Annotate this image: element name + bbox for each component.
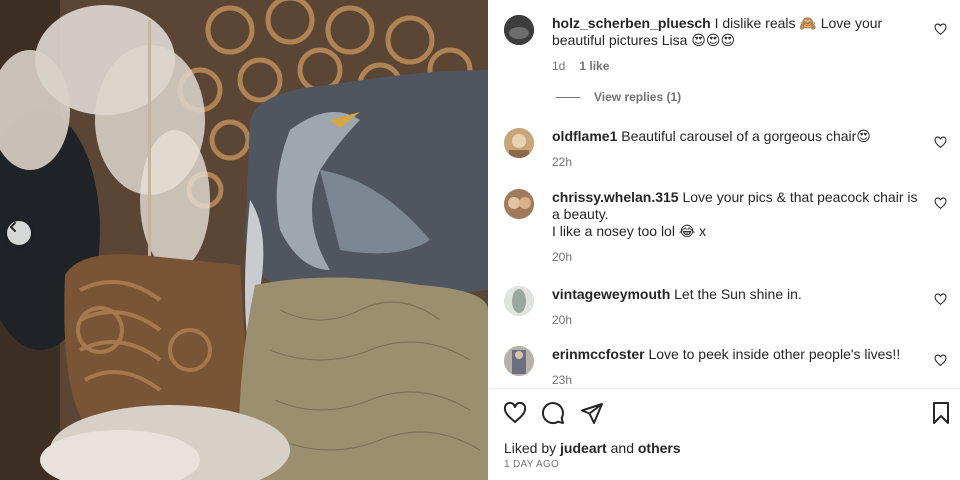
comment-heart-icon[interactable] [934, 23, 947, 36]
comment-username[interactable]: vintageweymouth [552, 286, 670, 302]
comment-likes[interactable]: 1 like [579, 58, 609, 75]
comment-icon[interactable] [541, 401, 565, 425]
comment-text: Let the Sun shine in. [674, 286, 802, 302]
comment-heart-icon[interactable] [934, 197, 947, 210]
previous-photo-button[interactable] [7, 221, 31, 245]
comments-list[interactable]: holz_scherben_pluesch I dislike reals 🙈 … [488, 0, 960, 388]
liked-by-others[interactable]: others [638, 440, 681, 456]
liked-by: Liked by judeart and others [504, 440, 681, 456]
comment-time[interactable]: 20h [552, 312, 572, 329]
avatar[interactable] [504, 189, 534, 219]
liked-by-connector: and [610, 440, 634, 456]
comment-username[interactable]: holz_scherben_pluesch [552, 15, 711, 31]
comment-time[interactable]: 1d [552, 58, 565, 75]
post-date[interactable]: 1 DAY AGO [504, 459, 559, 470]
avatar-image [504, 346, 534, 376]
avatar-image [504, 128, 534, 158]
avatar-image [504, 15, 534, 45]
avatar[interactable] [504, 346, 534, 376]
share-icon[interactable] [580, 401, 604, 425]
comment-username[interactable]: erinmccfoster [552, 346, 645, 362]
photo-illustration [0, 0, 488, 480]
liked-by-prefix: Liked by [504, 440, 557, 456]
bookmark-icon[interactable] [929, 401, 953, 425]
view-replies-label: View replies (1) [594, 90, 682, 104]
liked-by-user[interactable]: judeart [560, 440, 607, 456]
post-actions [488, 398, 960, 428]
comment-heart-icon[interactable] [934, 136, 947, 149]
comment-text: Love to peek inside other people's lives… [648, 346, 901, 362]
heart-icon[interactable] [503, 401, 527, 425]
comment-time[interactable]: 22h [552, 154, 572, 171]
comment-text: Beautiful carousel of a gorgeous chair😍 [621, 128, 871, 144]
view-replies-button[interactable]: View replies (1) [556, 90, 681, 104]
post-photo[interactable] [0, 0, 488, 480]
comments-panel: holz_scherben_pluesch I dislike reals 🙈 … [488, 0, 960, 480]
comment-text-line2: I like a nosey too lol 😂 x [552, 223, 707, 239]
avatar-image [504, 189, 534, 219]
comment-time[interactable]: 20h [552, 249, 572, 266]
comment-username[interactable]: oldflame1 [552, 128, 617, 144]
divider [488, 388, 960, 389]
replies-line [556, 96, 580, 98]
comment-heart-icon[interactable] [934, 354, 947, 367]
avatar-image [504, 286, 534, 316]
avatar[interactable] [504, 15, 534, 45]
avatar[interactable] [504, 286, 534, 316]
comment-username[interactable]: chrissy.whelan.315 [552, 189, 679, 205]
comment-time[interactable]: 23h [552, 372, 572, 388]
chevron-left-icon [10, 222, 16, 232]
comment-heart-icon[interactable] [934, 293, 947, 306]
avatar[interactable] [504, 128, 534, 158]
